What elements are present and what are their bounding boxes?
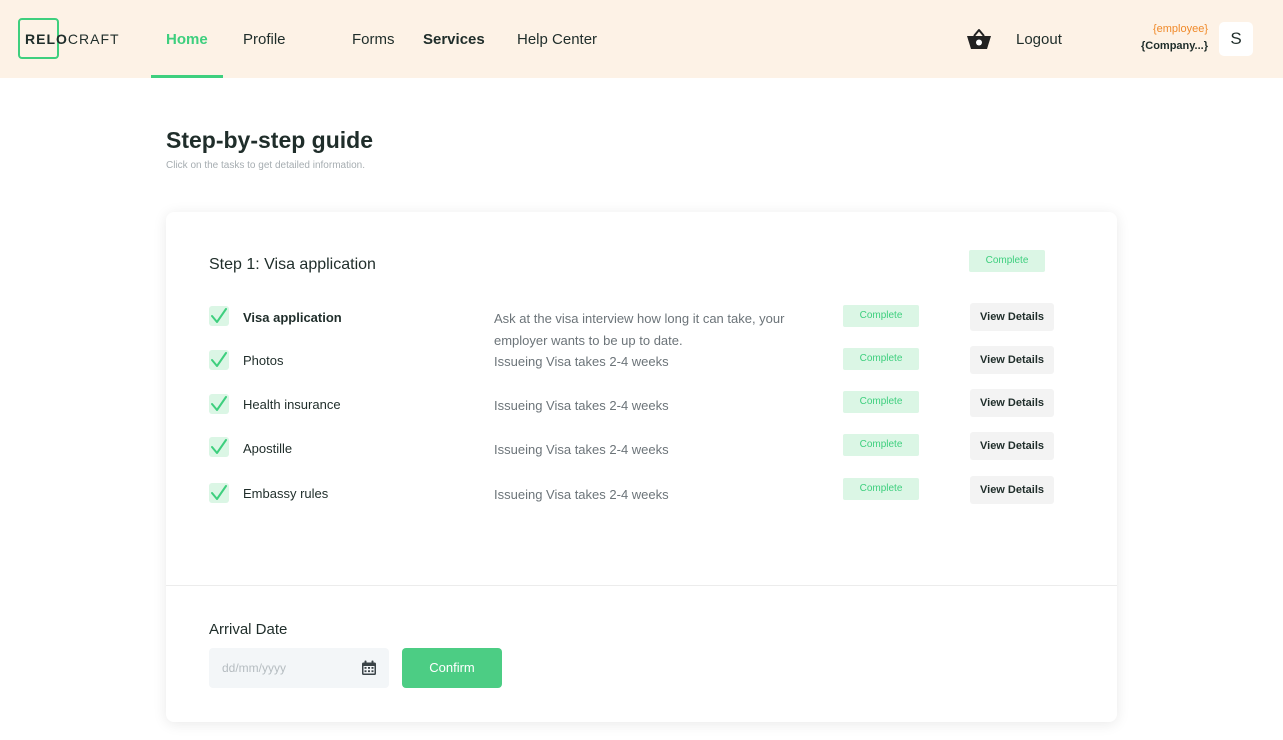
nav-help-center[interactable]: Help Center (517, 31, 597, 48)
task-description: Issueing Visa takes 2-4 weeks (494, 354, 669, 369)
view-details-button[interactable]: View Details (970, 432, 1054, 460)
check-icon[interactable] (209, 350, 229, 370)
nav-services[interactable]: Services (423, 31, 485, 48)
shopping-basket-icon[interactable] (966, 27, 992, 51)
task-status-badge: Complete (843, 305, 919, 327)
task-description: Issueing Visa takes 2-4 weeks (494, 398, 669, 413)
task-status-badge: Complete (843, 478, 919, 500)
active-nav-indicator (151, 75, 223, 78)
confirm-button[interactable]: Confirm (402, 648, 502, 688)
view-details-button[interactable]: View Details (970, 389, 1054, 417)
task-description: Issueing Visa takes 2-4 weeks (494, 442, 669, 457)
logo[interactable]: RELOCRAFT (25, 31, 120, 47)
task-name[interactable]: Visa application (243, 310, 342, 325)
task-status-badge: Complete (843, 391, 919, 413)
step-title: Step 1: Visa application (209, 256, 376, 273)
check-icon[interactable] (209, 437, 229, 457)
arrival-date-label: Arrival Date (209, 621, 288, 638)
task-status-badge: Complete (843, 348, 919, 370)
user-role: {employee} (1152, 23, 1208, 35)
logo-part-bold: RELO (25, 31, 68, 47)
task-status-badge: Complete (843, 434, 919, 456)
step-card: Step 1: Visa application Complete Visa a… (166, 212, 1117, 722)
task-description: Issueing Visa takes 2-4 weeks (494, 487, 669, 502)
task-description: Ask at the visa interview how long it ca… (494, 311, 785, 348)
logout-link[interactable]: Logout (1016, 31, 1062, 48)
page-title: Step-by-step guide (166, 127, 374, 153)
top-header: RELOCRAFT Home Profile Forms Services He… (0, 0, 1283, 78)
check-icon[interactable] (209, 483, 229, 503)
page-subtitle: Click on the tasks to get detailed infor… (166, 160, 365, 171)
view-details-button[interactable]: View Details (970, 476, 1054, 504)
nav-profile[interactable]: Profile (243, 31, 286, 48)
task-name[interactable]: Apostille (243, 441, 292, 456)
nav-forms[interactable]: Forms (352, 31, 395, 48)
check-icon[interactable] (209, 306, 229, 326)
logo-part-light: CRAFT (67, 31, 120, 47)
avatar[interactable]: S (1219, 22, 1253, 56)
section-divider (166, 585, 1117, 586)
step-status-badge: Complete (969, 250, 1045, 272)
nav-home[interactable]: Home (166, 31, 208, 48)
calendar-icon[interactable] (361, 660, 377, 676)
task-name[interactable]: Photos (243, 353, 283, 368)
task-name[interactable]: Health insurance (243, 397, 341, 412)
view-details-button[interactable]: View Details (970, 303, 1054, 331)
task-name[interactable]: Embassy rules (243, 486, 328, 501)
user-company: {Company...} (1140, 40, 1208, 52)
check-icon[interactable] (209, 394, 229, 414)
view-details-button[interactable]: View Details (970, 346, 1054, 374)
